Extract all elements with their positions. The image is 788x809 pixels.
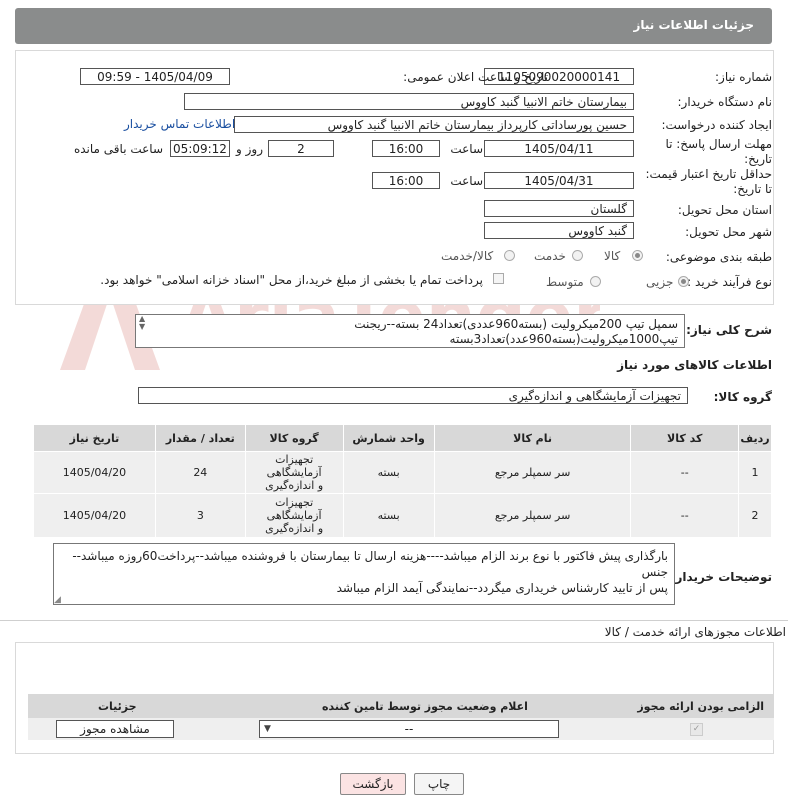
- city-field: گنبد کاووس: [484, 222, 634, 239]
- cell-name: سر سمپلر مرجع: [433, 493, 632, 538]
- permits-col-required: الزامی بودن ارائه مجوز: [637, 700, 764, 713]
- deadline-label: مهلت ارسال پاسخ: تا تاریخ:: [665, 137, 772, 166]
- deadline-time-field: 16:00: [372, 140, 440, 157]
- process-label: نوع فرآیند خرید :: [687, 275, 772, 289]
- permits-col-details: جزئیات: [98, 700, 137, 713]
- category-option-service: خدمت: [534, 249, 566, 263]
- cell-group: تجهیزات آزمایشگاهی و اندازه‌گیری: [244, 451, 344, 494]
- contact-buyer-link[interactable]: اطلاعات تماس خریدار: [124, 117, 235, 131]
- creator-field: حسین پورساداتی کارپرداز بیمارستان خاتم ا…: [234, 116, 634, 133]
- cell-date: 1405/04/20: [33, 451, 156, 494]
- buyer-notes-line-1: بارگذاری پیش فاکتور با نوع برند الزام می…: [72, 549, 668, 579]
- col-name: نام کالا: [433, 424, 632, 452]
- permit-required-checkbox: ✓: [690, 723, 703, 736]
- cell-unit: بسته: [342, 493, 435, 538]
- cell-row: 2: [738, 493, 772, 538]
- process-radio-medium[interactable]: [590, 276, 601, 287]
- permit-status-select[interactable]: -- ▼: [259, 720, 559, 738]
- scroll-arrows-icon[interactable]: ▲ ▼: [139, 315, 145, 331]
- col-unit: واحد شمارش: [342, 424, 435, 452]
- print-button[interactable]: چاپ: [414, 773, 464, 795]
- chevron-down-icon: ▼: [264, 724, 271, 734]
- cell-date: 1405/04/20: [33, 493, 156, 538]
- view-permit-button[interactable]: مشاهده مجوز: [56, 720, 174, 738]
- col-row: ردیف: [738, 424, 772, 452]
- buyer-label: نام دستگاه خریدار:: [677, 95, 773, 109]
- goods-table-header: ردیف کد کالا نام کالا واحد شمارش گروه کا…: [33, 424, 772, 452]
- cell-code: --: [630, 493, 740, 538]
- permits-section-title: اطلاعات مجوزهای ارائه خدمت / کالا: [604, 625, 786, 639]
- process-option-medium: متوسط: [546, 275, 584, 289]
- cell-name: سر سمپلر مرجع: [433, 451, 632, 494]
- city-label: شهر محل تحویل:: [685, 225, 772, 239]
- deadline-time-label: ساعت: [450, 142, 483, 156]
- goods-group-label: گروه کالا:: [713, 390, 772, 404]
- buyer-notes-line-2: پس از تایید کارشناس خریداری میگردد--نمای…: [336, 581, 668, 595]
- permits-col-status: اعلام وضعیت مجوز توسط تامین کننده: [322, 700, 528, 713]
- back-button[interactable]: بازگشت: [340, 773, 406, 795]
- page-header: جزئیات اطلاعات نیاز: [15, 8, 772, 44]
- divider: [0, 620, 788, 621]
- cell-unit: بسته: [342, 451, 435, 494]
- col-qty: تعداد / مقدار: [154, 424, 246, 452]
- cell-code: --: [630, 451, 740, 494]
- province-field: گلستان: [484, 200, 634, 217]
- category-label: طبقه بندی موضوعی:: [665, 250, 772, 264]
- creator-label: ایجاد کننده درخواست:: [661, 118, 772, 132]
- permit-status-value: --: [404, 722, 414, 736]
- col-date: تاریخ نیاز: [33, 424, 156, 452]
- treasury-payment-note: پرداخت تمام یا بخشی از مبلغ خرید،از محل …: [100, 273, 483, 287]
- cell-group: تجهیزات آزمایشگاهی و اندازه‌گیری: [244, 493, 344, 538]
- description-textarea[interactable]: سمپل تیپ 200میکرولیت (بسته960عددی)تعداد2…: [135, 314, 685, 348]
- buyer-notes-textarea[interactable]: بارگذاری پیش فاکتور با نوع برند الزام می…: [53, 543, 675, 605]
- buyer-field: بیمارستان خاتم الانبیا گنبد کاووس: [184, 93, 634, 110]
- remaining-time-field: 05:09:12: [170, 140, 230, 157]
- resize-grip-icon[interactable]: ◢: [54, 595, 61, 605]
- cell-qty: 24: [154, 451, 246, 494]
- col-code: کد کالا: [630, 424, 740, 452]
- category-radio-service[interactable]: [572, 250, 583, 261]
- announce-date-field: 1405/04/09 - 09:59: [80, 68, 230, 85]
- description-label: شرح کلی نیاز:: [686, 323, 772, 337]
- table-row[interactable]: 2 -- سر سمپلر مرجع بسته تجهیزات آزمایشگا…: [33, 493, 772, 538]
- category-option-goods-service: کالا/خدمت: [441, 249, 494, 263]
- category-radio-goods-service[interactable]: [504, 250, 515, 261]
- page-title: جزئیات اطلاعات نیاز: [633, 18, 754, 32]
- process-option-minor: جزیی: [646, 275, 674, 289]
- need-number-label: شماره نیاز:: [715, 70, 772, 84]
- description-line-2: تیپ1000میکرولیت(بسته960عدد)تعداد3بسته: [449, 332, 678, 346]
- days-label: روز و: [236, 142, 263, 156]
- process-radio-minor[interactable]: [678, 276, 689, 287]
- announce-date-label: تاریخ و ساعت اعلان عمومی:: [403, 70, 548, 84]
- category-radio-goods[interactable]: [632, 250, 643, 261]
- goods-group-field: تجهیزات آزمایشگاهی و اندازه‌گیری: [138, 387, 688, 404]
- cell-row: 1: [738, 451, 772, 494]
- price-time-field: 16:00: [372, 172, 440, 189]
- col-group: گروه کالا: [244, 424, 344, 452]
- cell-qty: 3: [154, 493, 246, 538]
- price-validity-label: حداقل تاریخ اعتبار قیمت: تا تاریخ:: [645, 167, 772, 196]
- price-date-field: 1405/04/31: [484, 172, 634, 189]
- days-remaining-field: 2: [268, 140, 334, 157]
- deadline-date-field: 1405/04/11: [484, 140, 634, 157]
- remaining-label: ساعت باقی مانده: [73, 142, 163, 156]
- buyer-notes-label: توضیحات خریدار:: [670, 570, 772, 584]
- province-label: استان محل تحویل:: [677, 203, 772, 217]
- goods-table: ردیف کد کالا نام کالا واحد شمارش گروه کا…: [33, 424, 772, 538]
- table-row[interactable]: 1 -- سر سمپلر مرجع بسته تجهیزات آزمایشگا…: [33, 451, 772, 494]
- price-time-label: ساعت: [450, 174, 483, 188]
- goods-section-title: اطلاعات کالاهای مورد نیاز: [617, 358, 772, 372]
- category-option-goods: کالا: [604, 249, 621, 263]
- treasury-payment-checkbox[interactable]: [493, 273, 504, 284]
- description-line-1: سمپل تیپ 200میکرولیت (بسته960عددی)تعداد2…: [354, 317, 678, 331]
